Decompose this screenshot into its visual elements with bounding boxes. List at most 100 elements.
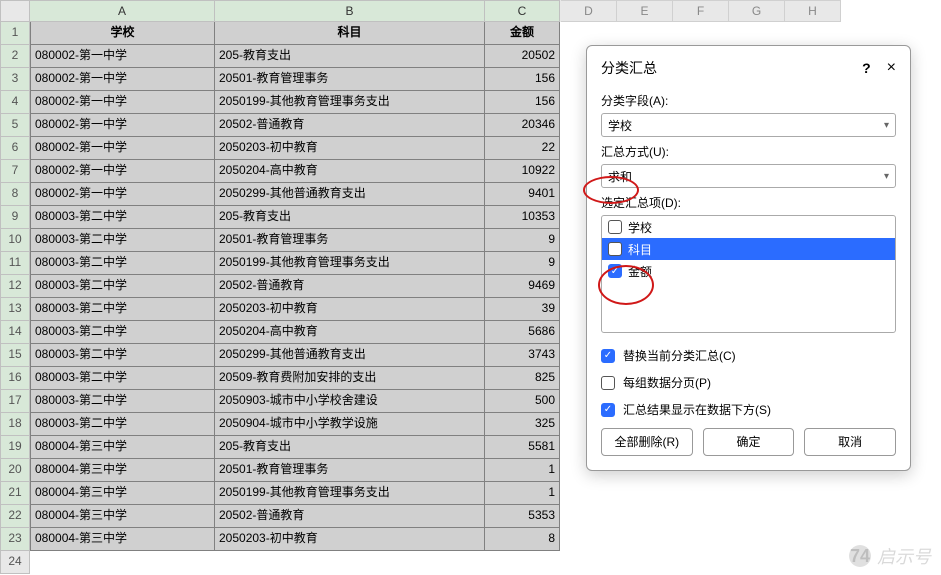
col-header-g[interactable]: G xyxy=(729,0,785,22)
cell[interactable]: 20501-教育管理事务 xyxy=(215,229,485,252)
col-header-a[interactable]: A xyxy=(30,0,215,22)
cell[interactable]: 2050199-其他教育管理事务支出 xyxy=(215,482,485,505)
remove-all-button[interactable]: 全部删除(R) xyxy=(601,428,693,456)
cell[interactable]: 080003-第二中学 xyxy=(30,229,215,252)
cell[interactable]: 080002-第一中学 xyxy=(30,91,215,114)
cell[interactable]: 080004-第三中学 xyxy=(30,528,215,551)
cell[interactable]: 205-教育支出 xyxy=(215,45,485,68)
cell[interactable]: 080003-第二中学 xyxy=(30,321,215,344)
row-header[interactable]: 2 xyxy=(0,45,30,68)
cell[interactable]: 500 xyxy=(485,390,560,413)
cell[interactable]: 10922 xyxy=(485,160,560,183)
row-header[interactable]: 14 xyxy=(0,321,30,344)
group-by-select[interactable]: 学校 ▾ xyxy=(601,113,896,137)
row-header[interactable]: 13 xyxy=(0,298,30,321)
cell[interactable]: 080003-第二中学 xyxy=(30,413,215,436)
cell[interactable]: 2050203-初中教育 xyxy=(215,298,485,321)
cell[interactable]: 22 xyxy=(485,137,560,160)
cell[interactable]: 20501-教育管理事务 xyxy=(215,68,485,91)
cell[interactable]: 080004-第三中学 xyxy=(30,459,215,482)
cell[interactable]: 5353 xyxy=(485,505,560,528)
cell[interactable]: 1 xyxy=(485,482,560,505)
cell[interactable]: 2050199-其他教育管理事务支出 xyxy=(215,91,485,114)
cell[interactable]: 10353 xyxy=(485,206,560,229)
cell[interactable]: 080003-第二中学 xyxy=(30,252,215,275)
row-header[interactable]: 5 xyxy=(0,114,30,137)
col-header-h[interactable]: H xyxy=(785,0,841,22)
function-select[interactable]: 求和 ▾ xyxy=(601,164,896,188)
cell[interactable]: 2050203-初中教育 xyxy=(215,528,485,551)
cell[interactable]: 156 xyxy=(485,68,560,91)
row-header[interactable]: 15 xyxy=(0,344,30,367)
cell[interactable]: 9 xyxy=(485,252,560,275)
cell[interactable]: 2050203-初中教育 xyxy=(215,137,485,160)
cell[interactable]: 080004-第三中学 xyxy=(30,482,215,505)
row-header[interactable]: 22 xyxy=(0,505,30,528)
cancel-button[interactable]: 取消 xyxy=(804,428,896,456)
cell[interactable]: 20346 xyxy=(485,114,560,137)
cell[interactable]: 080004-第三中学 xyxy=(30,505,215,528)
row-header[interactable]: 12 xyxy=(0,275,30,298)
cell[interactable]: 080003-第二中学 xyxy=(30,367,215,390)
list-item[interactable]: 学校 xyxy=(602,216,895,238)
help-button[interactable]: ? xyxy=(862,60,871,76)
row-header[interactable]: 16 xyxy=(0,367,30,390)
cell[interactable]: 9 xyxy=(485,229,560,252)
row-header[interactable]: 10 xyxy=(0,229,30,252)
opt-replace[interactable]: 替换当前分类汇总(C) xyxy=(601,347,896,364)
row-header[interactable]: 23 xyxy=(0,528,30,551)
cell[interactable]: 20502-普通教育 xyxy=(215,505,485,528)
cell[interactable]: 2050204-高中教育 xyxy=(215,321,485,344)
col-header-b[interactable]: B xyxy=(215,0,485,22)
row-header[interactable]: 8 xyxy=(0,183,30,206)
cell[interactable]: 20502 xyxy=(485,45,560,68)
col-header-c[interactable]: C xyxy=(485,0,560,22)
row-header[interactable]: 7 xyxy=(0,160,30,183)
cell[interactable]: 20502-普通教育 xyxy=(215,114,485,137)
cell[interactable]: 2050903-城市中小学校舍建设 xyxy=(215,390,485,413)
cell[interactable]: 学校 xyxy=(30,22,215,45)
cell[interactable]: 9401 xyxy=(485,183,560,206)
ok-button[interactable]: 确定 xyxy=(703,428,795,456)
cell[interactable]: 325 xyxy=(485,413,560,436)
row-header[interactable]: 18 xyxy=(0,413,30,436)
cell[interactable]: 5686 xyxy=(485,321,560,344)
col-header-f[interactable]: F xyxy=(673,0,729,22)
cell[interactable]: 2050299-其他普通教育支出 xyxy=(215,344,485,367)
cell[interactable]: 5581 xyxy=(485,436,560,459)
row-header[interactable]: 3 xyxy=(0,68,30,91)
row-header[interactable]: 9 xyxy=(0,206,30,229)
col-header-e[interactable]: E xyxy=(617,0,673,22)
cell[interactable]: 20509-教育费附加安排的支出 xyxy=(215,367,485,390)
cell[interactable]: 080004-第三中学 xyxy=(30,436,215,459)
cell[interactable]: 205-教育支出 xyxy=(215,206,485,229)
col-header-d[interactable]: D xyxy=(561,0,617,22)
cell[interactable]: 080002-第一中学 xyxy=(30,68,215,91)
cell[interactable]: 080002-第一中学 xyxy=(30,114,215,137)
row-header[interactable]: 24 xyxy=(0,551,30,574)
row-header[interactable]: 19 xyxy=(0,436,30,459)
row-header[interactable]: 4 xyxy=(0,91,30,114)
cell[interactable]: 9469 xyxy=(485,275,560,298)
cell[interactable]: 8 xyxy=(485,528,560,551)
cell[interactable]: 156 xyxy=(485,91,560,114)
row-header[interactable]: 17 xyxy=(0,390,30,413)
cell[interactable]: 2050199-其他教育管理事务支出 xyxy=(215,252,485,275)
cell[interactable]: 2050904-城市中小学教学设施 xyxy=(215,413,485,436)
cell[interactable]: 2050204-高中教育 xyxy=(215,160,485,183)
cell[interactable]: 080002-第一中学 xyxy=(30,183,215,206)
row-header[interactable]: 6 xyxy=(0,137,30,160)
cell[interactable]: 39 xyxy=(485,298,560,321)
items-listbox[interactable]: 学校科目金额 xyxy=(601,215,896,333)
cell[interactable]: 080002-第一中学 xyxy=(30,45,215,68)
cell[interactable]: 2050299-其他普通教育支出 xyxy=(215,183,485,206)
cell[interactable]: 080003-第二中学 xyxy=(30,298,215,321)
cell[interactable]: 1 xyxy=(485,459,560,482)
row-header[interactable]: 21 xyxy=(0,482,30,505)
cell[interactable]: 080002-第一中学 xyxy=(30,137,215,160)
row-header[interactable]: 20 xyxy=(0,459,30,482)
list-item[interactable]: 金额 xyxy=(602,260,895,282)
opt-pagebreak[interactable]: 每组数据分页(P) xyxy=(601,374,896,391)
cell[interactable]: 20502-普通教育 xyxy=(215,275,485,298)
cell[interactable]: 080003-第二中学 xyxy=(30,390,215,413)
